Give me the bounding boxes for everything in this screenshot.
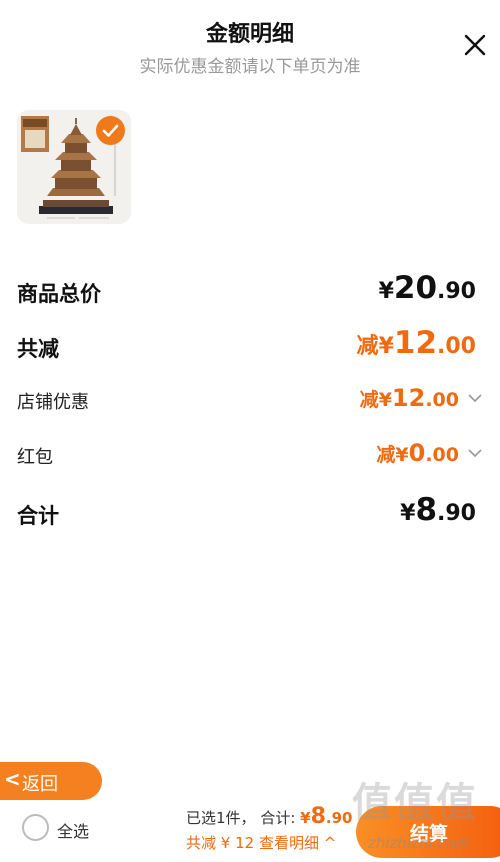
total-discount-value: 减¥12.00 [356, 325, 476, 361]
sum-value: ¥8.90 [400, 492, 476, 528]
row-total-price: 商品总价 ¥20.90 [17, 270, 483, 310]
header: 金额明细 实际优惠金额请以下单页为准 [0, 0, 500, 90]
back-arrow-icon: < [4, 767, 21, 791]
red-packet-label: 红包 [17, 447, 53, 468]
row-shop-discount[interactable]: 店铺优惠 减¥12.00 [17, 380, 483, 420]
back-button[interactable]: < 返回 [0, 762, 102, 800]
chevron-down-icon[interactable] [467, 390, 483, 406]
footer-total-price: ¥8.90 [300, 804, 353, 829]
footer-discount-line: 共减 ¥ 12 查看明细 ^ [186, 832, 336, 853]
row-total-discount: 共减 减¥12.00 [17, 325, 483, 365]
total-price-value: ¥20.90 [378, 270, 476, 306]
row-red-packet[interactable]: 红包 减¥0.00 [17, 435, 483, 475]
chevron-down-icon[interactable] [467, 445, 483, 461]
close-icon[interactable] [460, 30, 490, 60]
selected-count: 已选1件， [186, 809, 256, 827]
shop-discount-value: 减¥12.00 [359, 384, 459, 412]
checkout-button[interactable]: 结算 [356, 806, 500, 858]
footer-total-label: 合计: [260, 809, 296, 827]
footer-discount-text: 共减 ¥ 12 [186, 834, 255, 852]
sum-label: 合计 [17, 504, 59, 528]
checkout-label: 结算 [410, 823, 449, 845]
total-price-label: 商品总价 [17, 282, 101, 306]
total-discount-label: 共减 [17, 337, 59, 361]
view-detail-link[interactable]: 查看明细 ^ [259, 834, 336, 852]
select-all-label: 全选 [57, 822, 90, 841]
red-packet-value: 减¥0.00 [376, 439, 459, 467]
selected-check-icon[interactable] [96, 116, 125, 145]
chevron-up-icon: ^ [323, 834, 337, 852]
page-subtitle: 实际优惠金额请以下单页为准 [139, 57, 361, 77]
row-sum: 合计 ¥8.90 [17, 492, 483, 532]
page-title: 金额明细 [205, 22, 294, 47]
select-all-circle-icon [22, 814, 49, 841]
back-label: 返回 [22, 774, 58, 795]
shop-discount-label: 店铺优惠 [17, 392, 89, 413]
footer-summary: 已选1件， 合计: ¥8.90 [186, 804, 353, 829]
